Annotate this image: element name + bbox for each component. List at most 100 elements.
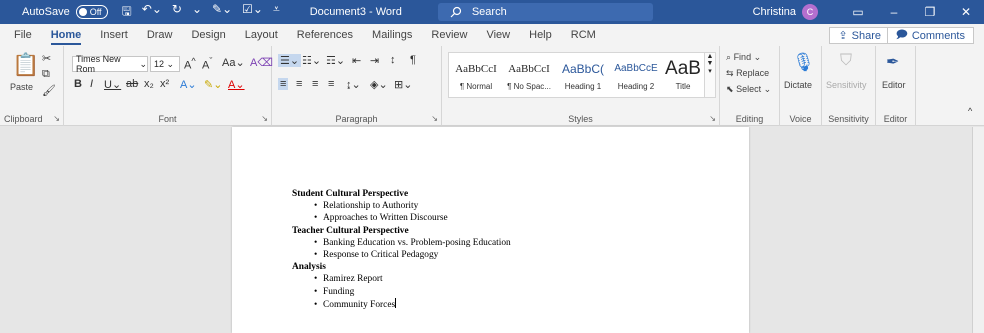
tab-help[interactable]: Help [529,24,552,46]
tab-review[interactable]: Review [431,24,467,46]
search-box[interactable]: Search [437,3,653,21]
styles-launcher-icon[interactable]: ↘ [709,114,716,123]
autosave-toggle[interactable]: Off [75,5,108,19]
comments-button[interactable]: 🗩 Comments [886,27,974,44]
microphone-icon[interactable]: 🎙 [792,52,815,73]
redo-icon[interactable]: ↻ [172,2,182,23]
strikethrough-icon[interactable]: ab [126,78,138,90]
tab-insert[interactable]: Insert [100,24,128,46]
editor-button[interactable]: Editor [882,80,906,90]
style-heading-2[interactable]: AaBbCcE Heading 2 [611,53,661,97]
close-icon[interactable]: ✕ [948,0,984,24]
customize-qat-icon[interactable]: ⩡ [273,2,280,23]
chevron-up-icon[interactable]: ▲ [707,53,714,60]
find-label: Find [733,52,752,62]
font-size-select[interactable]: 12 ⌄ [150,56,180,72]
tab-draw[interactable]: Draw [147,24,173,46]
vertical-scrollbar[interactable] [972,127,984,333]
ribbon-tabs: File Home Insert Draw Design Layout Refe… [0,24,984,46]
quick-access-toolbar: 🖫 ↶⌄ ↻ ⌄ ✎⌄ ☑⌄ ⩡ [122,2,280,23]
style-heading-1[interactable]: AaBbC( Heading 1 [557,53,609,97]
numbering-icon[interactable]: ☷⌄ [302,54,321,67]
align-center-icon[interactable]: ≡ [296,78,302,90]
grow-font-icon[interactable]: A^ [184,56,196,72]
increase-indent-icon[interactable]: ⇥ [370,54,379,67]
align-left-icon[interactable]: ≡ [278,78,289,90]
tab-view[interactable]: View [486,24,510,46]
tab-design[interactable]: Design [191,24,225,46]
underline-icon[interactable]: U⌄ [104,78,121,91]
superscript-icon[interactable]: x² [160,78,169,90]
select-button[interactable]: ⬉ Select ⌄ [726,84,771,95]
cut-icon[interactable]: ✂ [42,52,51,65]
save-icon[interactable]: 🖫 [122,2,132,23]
share-button[interactable]: ⇪ Share [829,27,890,44]
style-normal[interactable]: AaBbCcI ¶ Normal [451,53,501,97]
bullets-icon[interactable]: ☰⌄ [278,54,302,67]
checkbox-icon[interactable]: ☑⌄ [242,2,263,23]
replace-button[interactable]: ⇆ Replace [726,68,769,79]
maximize-icon[interactable]: ❐ [912,0,948,24]
find-button[interactable]: ⌕ Find ⌄ [726,52,761,63]
shrink-font-icon[interactable]: Aˇ [202,56,212,72]
dictate-button[interactable]: Dictate [784,80,812,90]
subscript-icon[interactable]: x₂ [144,78,154,90]
paste-button[interactable]: Paste [10,82,33,92]
clipboard-launcher-icon[interactable]: ↘ [53,114,60,123]
text-cursor [395,297,397,308]
minimize-icon[interactable]: – [876,0,912,24]
italic-icon[interactable]: I [90,78,93,90]
bold-icon[interactable]: B [74,78,82,90]
style-no-spacing[interactable]: AaBbCcI ¶ No Spac... [503,53,555,97]
copy-icon[interactable]: ⧉ [42,68,50,81]
font-name-select[interactable]: Times New Rom ⌄ [72,54,148,74]
style-title[interactable]: AaB Title [663,53,703,97]
align-right-icon[interactable]: ≡ [312,78,318,90]
editor-label: Editor [883,114,908,124]
paragraph-launcher-icon[interactable]: ↘ [431,114,438,123]
list-item: Response to Critical Pedagogy [314,249,511,261]
document-content[interactable]: Student Cultural Perspective Relationshi… [292,188,511,311]
tab-home[interactable]: Home [50,24,81,46]
avatar[interactable]: C [802,4,818,20]
paste-icon[interactable]: 📋 [12,52,39,78]
line-spacing-icon[interactable]: ↨⌄ [346,78,361,91]
sensitivity-label: Sensitivity [828,114,869,124]
clear-formatting-icon[interactable]: A⌫ [250,56,273,69]
draw-icon[interactable]: ✎⌄ [212,2,232,23]
borders-icon[interactable]: ⊞⌄ [394,78,412,91]
ribbon-display-icon[interactable]: ▭ [840,0,876,24]
more-styles-icon[interactable]: ▾ [708,68,712,75]
list-item-last: Community Forces [314,297,511,311]
font-launcher-icon[interactable]: ↘ [261,114,268,123]
tab-references[interactable]: References [297,24,353,46]
show-marks-icon[interactable]: ¶ [410,54,416,66]
highlight-icon[interactable]: ✎⌄ [204,78,222,91]
chevron-down-icon[interactable]: ▼ [707,60,714,67]
justify-icon[interactable]: ≡ [328,78,334,90]
format-painter-icon[interactable]: 🖌 [42,84,56,97]
document-page[interactable]: Student Cultural Perspective Relationshi… [232,127,749,333]
font-color-icon[interactable]: A⌄ [228,78,245,91]
style-preview: AaBbC( [561,62,605,76]
sort-icon[interactable]: ↕ [390,54,396,66]
tab-rcm[interactable]: RCM [571,24,596,46]
decrease-indent-icon[interactable]: ⇤ [352,54,361,67]
format-painter-icon[interactable]: ⌄ [192,2,202,23]
replace-icon: ⇆ [726,68,734,78]
shading-icon[interactable]: ◈⌄ [370,78,388,91]
user-name[interactable]: Christina [753,6,796,18]
styles-scroll[interactable]: ▲ ▼ ▾ [704,52,716,98]
change-case-icon[interactable]: Aa⌄ [222,56,245,69]
list-item: Banking Education vs. Problem-posing Edu… [314,237,511,249]
multilevel-list-icon[interactable]: ☶⌄ [326,54,345,67]
tab-mailings[interactable]: Mailings [372,24,412,46]
tab-file[interactable]: File [14,24,32,46]
sensitivity-button[interactable]: Sensitivity [826,80,867,90]
tab-layout[interactable]: Layout [245,24,278,46]
collapse-ribbon-icon[interactable]: ^ [968,106,972,116]
font-size-value: 12 [154,59,165,69]
undo-icon[interactable]: ↶⌄ [142,2,162,23]
text-effects-icon[interactable]: A⌄ [180,78,197,91]
editor-pen-icon[interactable]: ✒ [886,52,899,72]
